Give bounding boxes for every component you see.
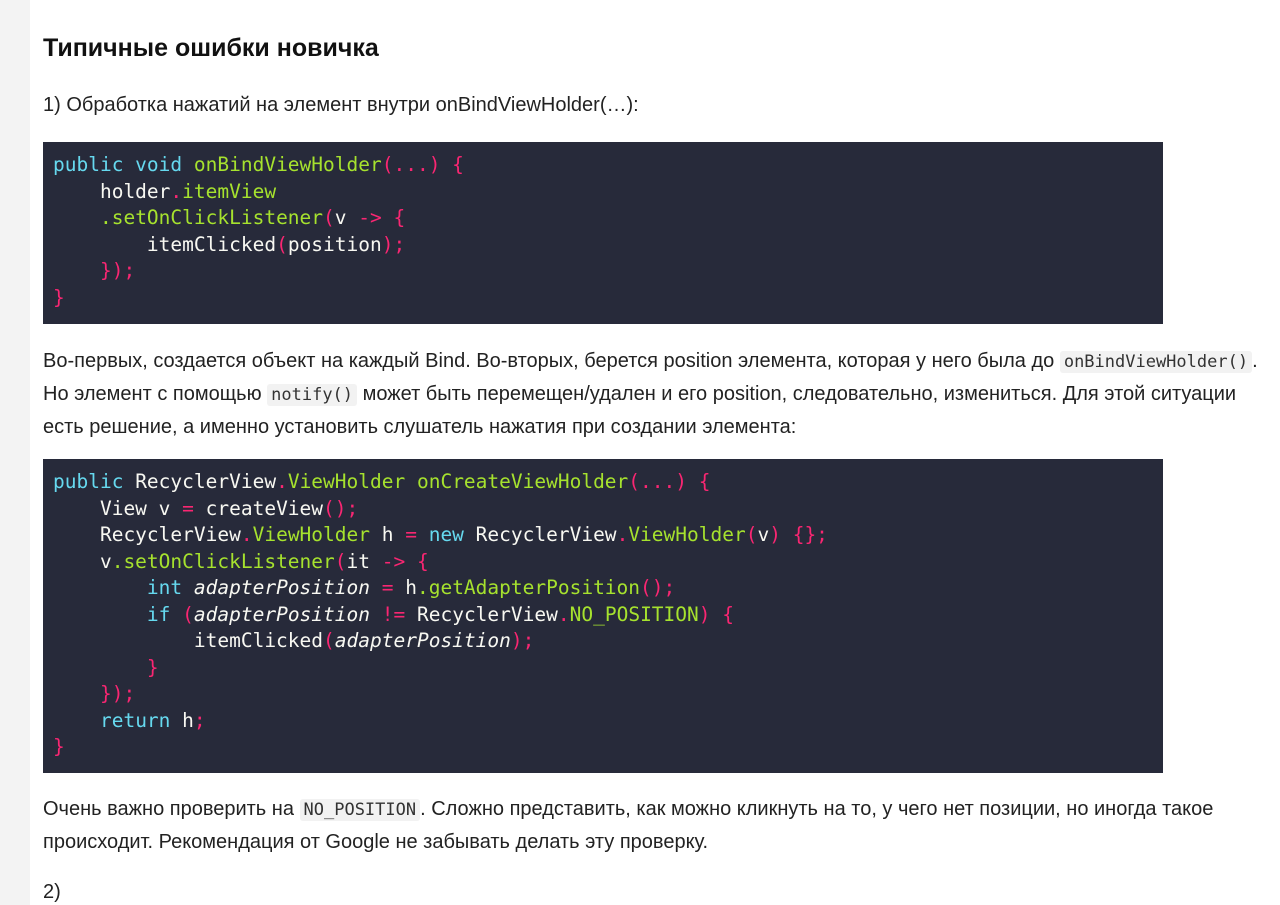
code-line: if (adapterPosition != RecyclerView.NO_P… [146,602,734,626]
inline-code-notify: notify() [267,384,358,406]
code-line: View v = createView(); [53,496,359,520]
inline-code-no-position: NO_POSITION [299,799,421,821]
left-margin-bar [0,0,30,905]
code-line: }); [53,682,136,705]
code-block-create: public RecyclerView.ViewHolder onCreateV… [43,459,1163,773]
page: Типичные ошибки новичка 1) Обработка наж… [0,0,1280,905]
code-line: } [53,285,65,309]
list-item-2: 2) [43,881,61,903]
section-heading: Типичные ошибки новичка [43,34,379,62]
inline-code-onbindviewholder: onBindViewHolder() [1059,351,1253,373]
code-line: }); [53,259,136,282]
code-line: return h; [99,708,206,732]
code-line: } [53,655,159,679]
code-line: public RecyclerView.ViewHolder onCreateV… [53,470,711,493]
code-line: itemClicked(position); [53,232,406,256]
code-line: itemClicked(adapterPosition); [53,629,535,652]
code-line: RecyclerView.ViewHolder h = new Recycler… [53,523,828,546]
code-line: int adapterPosition = h.getAdapterPositi… [146,576,676,599]
list-item-1: 1) Обработка нажатий на элемент внутри o… [43,94,639,116]
code-line: v.setOnClickListener(it -> { [53,549,429,573]
code-block-bind: public void onBindViewHolder(...) { hold… [43,142,1163,324]
code-line: } [53,735,65,758]
code-line: .setOnClickListener(v -> { [99,206,406,229]
paragraph-note: Очень важно проверить на NO_POSITION. Сл… [43,798,1214,853]
code-line: holder.itemView [53,179,277,203]
code-line: public void onBindViewHolder(...) { [53,153,464,176]
paragraph-explanation: Во-первых, создается объект на каждый Bi… [43,350,1258,438]
